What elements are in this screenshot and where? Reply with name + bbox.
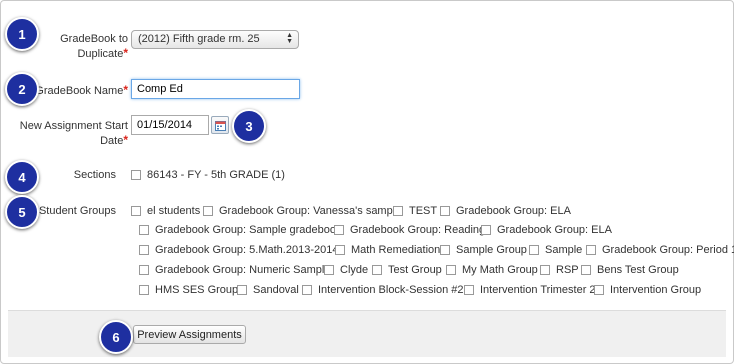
student-group-checkbox[interactable]: Gradebook Group: Period 1 [586, 244, 734, 256]
student-group-label: Intervention Block-Session #2 [318, 284, 464, 296]
student-group-checkbox[interactable]: Test Group [372, 264, 442, 276]
student-group-label: Math Remediation [351, 244, 441, 256]
checkbox-box[interactable] [139, 245, 149, 255]
student-group-label: Sample [545, 244, 583, 256]
start-date-label-line2: Date [100, 135, 124, 147]
checkbox-box[interactable] [139, 285, 149, 295]
gradebook-name-label-text: GradeBook Name [35, 85, 124, 97]
checkbox-box[interactable] [594, 285, 604, 295]
student-group-checkbox[interactable]: Intervention Group [594, 284, 701, 296]
checkbox-box[interactable] [393, 206, 403, 216]
student-group-label: Sandoval [253, 284, 299, 296]
student-group-checkbox[interactable]: Sandoval [237, 284, 299, 296]
checkbox-box[interactable] [139, 265, 149, 275]
start-date-input[interactable] [131, 115, 209, 135]
checkbox-box[interactable] [324, 265, 334, 275]
student-group-checkbox[interactable]: Clyde [324, 264, 368, 276]
calendar-icon [214, 120, 226, 131]
checkbox-box[interactable] [335, 245, 345, 255]
student-group-checkbox[interactable]: HMS SES Group [139, 284, 238, 296]
student-group-checkbox[interactable]: Math Remediation [335, 244, 440, 256]
step-badge-2: 2 [5, 72, 39, 106]
calendar-button[interactable] [211, 116, 229, 134]
student-group-label: TEST [409, 205, 438, 217]
student-group-label: Clyde [340, 264, 369, 276]
checkbox-box[interactable] [446, 265, 456, 275]
student-group-checkbox[interactable]: Intervention Block-Session #2 [302, 284, 464, 296]
gradebook-duplicate-label-line2: Duplicate [77, 48, 124, 60]
student-group-checkbox[interactable]: Gradebook Group: Numeric Sample [139, 264, 330, 276]
start-date-label: New Assignment Start Date* [4, 119, 128, 148]
checkbox-box[interactable] [586, 245, 596, 255]
student-group-checkbox[interactable]: Gradebook Group: ELA [481, 224, 612, 236]
checkbox-box[interactable] [139, 225, 149, 235]
student-group-checkbox[interactable]: Sample [529, 244, 582, 256]
student-group-label: My Math Group [462, 264, 538, 276]
gradebook-duplicate-select[interactable]: (2012) Fifth grade rm. 25 ▲ ▼ [131, 30, 299, 49]
section-checkbox[interactable]: 86143 - FY - 5th GRADE (1) [131, 169, 285, 181]
student-group-checkbox[interactable]: TEST [393, 205, 437, 217]
student-group-label: Sample Group [456, 244, 527, 256]
select-arrows-icon: ▲ ▼ [286, 32, 293, 45]
start-date-label-line1: New Assignment Start [19, 120, 128, 132]
student-group-label: Intervention Group [610, 284, 702, 296]
checkbox-box[interactable] [540, 265, 550, 275]
student-group-label: Gradebook Group: Numeric Sample [155, 264, 331, 276]
checkbox-box[interactable] [131, 206, 141, 216]
student-group-checkbox[interactable]: Sample Group [440, 244, 527, 256]
checkbox-box[interactable] [131, 170, 141, 180]
student-group-label: Gradebook Group: Vanessa's sample [219, 205, 402, 217]
checkbox-box[interactable] [334, 225, 344, 235]
required-marker: * [123, 133, 128, 147]
section-checkbox-label: 86143 - FY - 5th GRADE (1) [147, 169, 285, 181]
required-marker: * [123, 46, 128, 60]
student-group-label: Gradebook Group: ELA [497, 224, 612, 236]
preview-assignments-button[interactable]: Preview Assignments [133, 325, 246, 344]
checkbox-box[interactable] [529, 245, 539, 255]
student-group-checkbox[interactable]: el students [131, 205, 200, 217]
checkbox-box[interactable] [581, 265, 591, 275]
step-badge-3: 3 [232, 109, 266, 143]
step-badge-4: 4 [5, 160, 39, 194]
student-group-label: Test Group [388, 264, 442, 276]
checkbox-box[interactable] [372, 265, 382, 275]
student-group-checkbox[interactable]: Gradebook Group: Sample gradebook [139, 224, 342, 236]
gradebook-duplicate-value: (2012) Fifth grade rm. 25 [138, 33, 260, 45]
step-badge-6: 6 [99, 320, 133, 354]
student-group-label: Gradebook Group: ELA [456, 205, 571, 217]
student-group-checkbox[interactable]: Bens Test Group [581, 264, 679, 276]
student-group-label: Gradebook Group: Sample gradebook [155, 224, 342, 236]
student-group-checkbox[interactable]: Intervention Trimester 2 [464, 284, 596, 296]
student-group-label: Intervention Trimester 2 [480, 284, 596, 296]
gradebook-name-input[interactable] [131, 79, 300, 99]
student-group-checkbox[interactable]: Gradebook Group: Vanessa's sample [203, 205, 401, 217]
checkbox-box[interactable] [302, 285, 312, 295]
checkbox-box[interactable] [440, 245, 450, 255]
student-group-checkbox[interactable]: Gradebook Group: Reading [334, 224, 485, 236]
student-group-checkbox[interactable]: Gradebook Group: ELA [440, 205, 571, 217]
student-group-label: Gradebook Group: 5.Math.2013-2014 [155, 244, 339, 256]
checkbox-box[interactable] [481, 225, 491, 235]
student-group-label: el students [147, 205, 201, 217]
required-marker: * [123, 83, 128, 97]
student-group-label: HMS SES Group [155, 284, 239, 296]
student-group-label: Bens Test Group [597, 264, 679, 276]
checkbox-box[interactable] [440, 206, 450, 216]
student-group-checkbox[interactable]: RSP [540, 264, 579, 276]
student-group-checkbox[interactable]: Gradebook Group: 5.Math.2013-2014 [139, 244, 338, 256]
checkbox-box[interactable] [203, 206, 213, 216]
student-group-label: RSP [556, 264, 579, 276]
checkbox-box[interactable] [237, 285, 247, 295]
step-badge-5: 5 [5, 195, 39, 229]
student-group-checkbox[interactable]: My Math Group [446, 264, 538, 276]
checkbox-box[interactable] [464, 285, 474, 295]
student-group-label: Gradebook Group: Period 1 [602, 244, 734, 256]
student-group-label: Gradebook Group: Reading [350, 224, 486, 236]
step-badge-1: 1 [5, 17, 39, 51]
